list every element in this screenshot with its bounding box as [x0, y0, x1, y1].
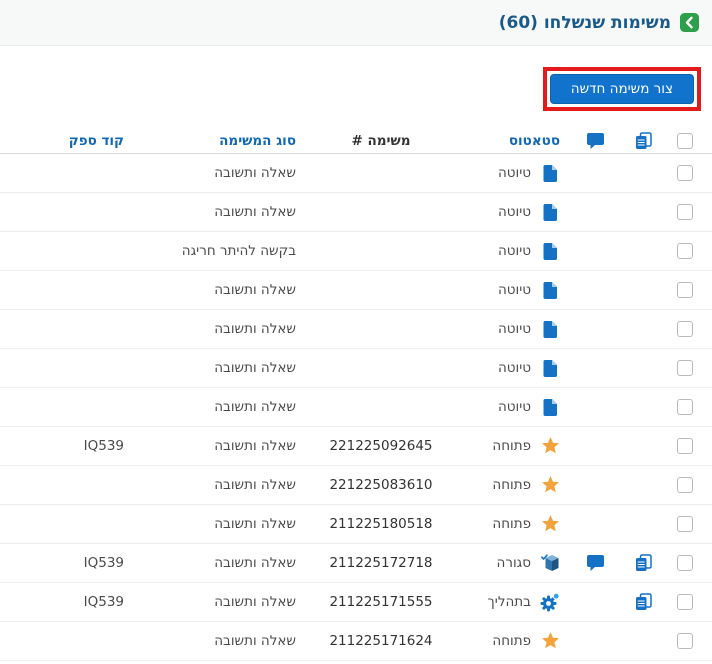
task-type: שאלה ותשובה [214, 555, 296, 571]
row-checkbox[interactable] [677, 555, 693, 571]
table-header-row: סטאטוס # משימה סוג המשימה קוד ספק [0, 128, 712, 154]
row-checkbox[interactable] [677, 165, 693, 181]
status-label: פתוחה [492, 516, 531, 532]
task-type: שאלה ותשובה [214, 633, 296, 649]
task-number: 211225171555 [329, 594, 433, 610]
task-type: שאלה ותשובה [214, 282, 296, 298]
supplier-code: IQ539 [83, 438, 124, 454]
task-type: שאלה ותשובה [214, 165, 296, 181]
comment-bubble-icon[interactable] [570, 555, 620, 571]
in-progress-gear-icon [540, 592, 560, 612]
supplier-code: IQ539 [83, 555, 124, 571]
column-header-task-type[interactable]: סוג המשימה [152, 133, 310, 149]
status-label: טיוטה [497, 282, 531, 298]
sent-tasks-page: משימות שנשלחו (60) צור משימה חדשה סטאטוס… [0, 0, 712, 664]
task-type: שאלה ותשובה [214, 399, 296, 415]
annotation-highlight-box: צור משימה חדשה [542, 67, 701, 111]
task-number: 221225083610 [329, 477, 433, 493]
column-header-supplier-code[interactable]: קוד ספק [8, 133, 152, 149]
copy-document-icon[interactable] [620, 593, 666, 611]
draft-document-icon [540, 164, 560, 182]
open-star-icon [540, 632, 560, 650]
toolbar: צור משימה חדשה [0, 46, 712, 112]
status-label: טיוטה [497, 399, 531, 415]
task-type: שאלה ותשובה [214, 477, 296, 493]
row-checkbox[interactable] [677, 360, 693, 376]
task-type: שאלה ותשובה [214, 594, 296, 610]
column-header-status[interactable]: סטאטוס [452, 133, 570, 149]
task-type: שאלה ותשובה [214, 204, 296, 220]
create-task-button[interactable]: צור משימה חדשה [549, 74, 694, 104]
draft-document-icon [540, 398, 560, 416]
status-label: סגורה [496, 555, 531, 571]
page-title: משימות שנשלחו (60) [498, 12, 671, 33]
draft-document-icon [540, 242, 560, 260]
task-number: 221225092645 [329, 438, 433, 454]
row-checkbox[interactable] [677, 477, 693, 493]
closed-box-icon [540, 554, 560, 572]
row-checkbox[interactable] [677, 243, 693, 259]
copy-document-icon[interactable] [620, 554, 666, 572]
comment-bubble-column-icon[interactable] [570, 132, 620, 149]
task-row[interactable]: טיוטה שאלה ותשובה [0, 271, 712, 310]
page-header: משימות שנשלחו (60) [0, 0, 712, 46]
copy-document-column-icon[interactable] [620, 131, 666, 150]
task-type: שאלה ותשובה [214, 321, 296, 337]
status-label: טיוטה [497, 321, 531, 337]
draft-document-icon [540, 359, 560, 377]
draft-document-icon [540, 203, 560, 221]
draft-document-icon [540, 320, 560, 338]
task-type: שאלה ותשובה [214, 360, 296, 376]
task-row[interactable]: טיוטה בקשה להיתר חריגה [0, 232, 712, 271]
status-label: טיוטה [497, 165, 531, 181]
status-label: פתוחה [492, 633, 531, 649]
task-number: 211225172718 [329, 555, 433, 571]
open-star-icon [540, 515, 560, 533]
column-header-task-number[interactable]: # משימה [310, 133, 452, 149]
status-label: פתוחה [492, 438, 531, 454]
status-label: טיוטה [497, 204, 531, 220]
task-row[interactable]: בתהליך 211225171555 שאלה ותשובה IQ539 [0, 583, 712, 622]
task-row[interactable]: פתוחה 211225171624 שאלה ותשובה [0, 622, 712, 661]
task-row[interactable]: פתוחה 221225083610 שאלה ותשובה [0, 466, 712, 505]
task-row[interactable]: טיוטה שאלה ותשובה [0, 154, 712, 193]
task-number: 211225180518 [329, 516, 433, 532]
task-row[interactable]: פתוחה 221225092645 שאלה ותשובה IQ539 [0, 427, 712, 466]
task-row[interactable]: פתוחה 211225180518 שאלה ותשובה [0, 505, 712, 544]
open-star-icon [540, 476, 560, 494]
draft-document-icon [540, 281, 560, 299]
row-checkbox[interactable] [677, 516, 693, 532]
task-row[interactable]: טיוטה שאלה ותשובה [0, 193, 712, 232]
task-type: בקשה להיתר חריגה [181, 243, 296, 259]
task-table-body: טיוטה שאלה ותשובה טיוטה שאלה ותשובה טיוט… [0, 154, 712, 661]
row-checkbox[interactable] [677, 321, 693, 337]
status-label: טיוטה [497, 243, 531, 259]
row-checkbox[interactable] [677, 282, 693, 298]
task-type: שאלה ותשובה [214, 516, 296, 532]
status-label: בתהליך [487, 594, 531, 610]
task-type: שאלה ותשובה [214, 438, 296, 454]
open-star-icon [540, 437, 560, 455]
status-label: פתוחה [492, 477, 531, 493]
row-checkbox[interactable] [677, 633, 693, 649]
task-number: 211225171624 [329, 633, 433, 649]
task-row[interactable]: טיוטה שאלה ותשובה [0, 349, 712, 388]
status-label: טיוטה [497, 360, 531, 376]
row-checkbox[interactable] [677, 204, 693, 220]
chevron-left-icon[interactable] [680, 13, 699, 32]
row-checkbox[interactable] [677, 438, 693, 454]
row-checkbox[interactable] [677, 594, 693, 610]
task-row[interactable]: סגורה 211225172718 שאלה ותשובה IQ539 [0, 544, 712, 583]
select-all-checkbox[interactable] [677, 132, 693, 149]
task-row[interactable]: טיוטה שאלה ותשובה [0, 388, 712, 427]
task-row[interactable]: טיוטה שאלה ותשובה [0, 310, 712, 349]
supplier-code: IQ539 [83, 594, 124, 610]
row-checkbox[interactable] [677, 399, 693, 415]
